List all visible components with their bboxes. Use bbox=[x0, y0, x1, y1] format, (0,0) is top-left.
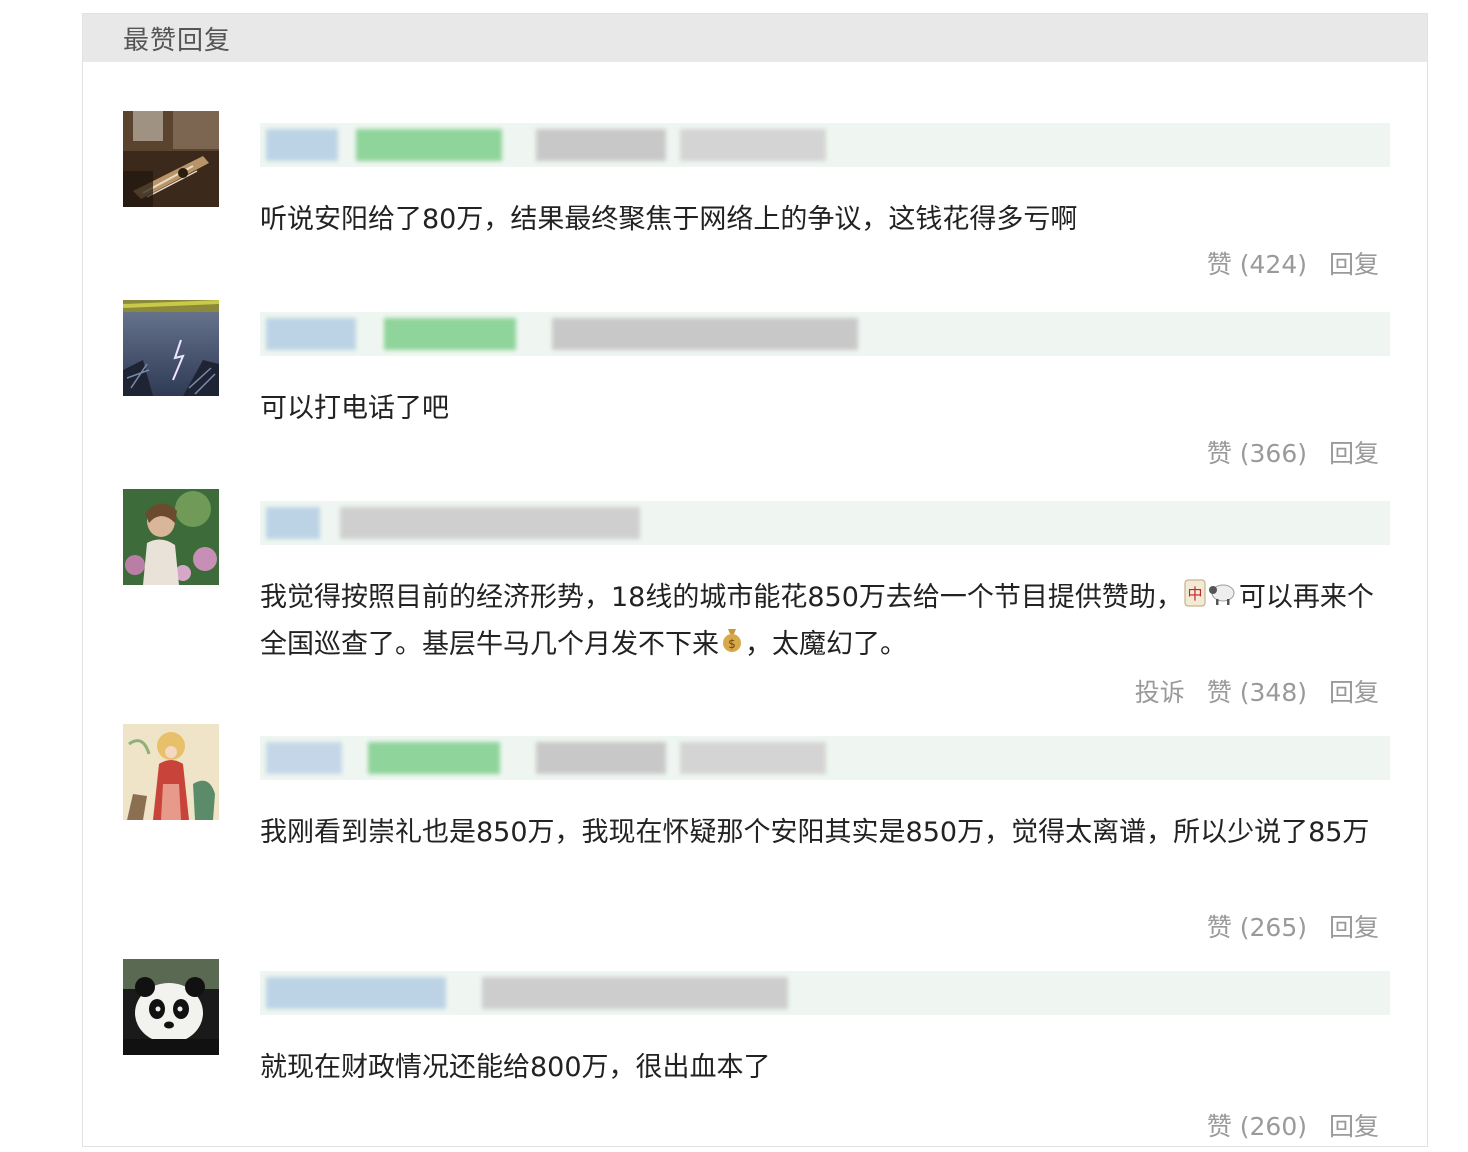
comment-actions: 赞 (366) 回复 bbox=[1207, 434, 1379, 470]
top-replies-panel: 最赞回复 听说安阳给了80万，结果最终聚焦于网络上的争议，这钱花得多亏啊 赞 (… bbox=[82, 13, 1428, 1147]
report-button[interactable]: 投诉 bbox=[1135, 673, 1185, 709]
guitar-photo-avatar[interactable] bbox=[123, 111, 219, 207]
username-bar-blurred[interactable] bbox=[260, 501, 1390, 545]
money-bag-icon: $ bbox=[720, 622, 744, 668]
comment-item: 可以打电话了吧 赞 (366) 回复 bbox=[83, 300, 1429, 480]
comment-text: 听说安阳给了80万，结果最终聚焦于网络上的争议，这钱花得多亏啊 bbox=[260, 204, 1078, 235]
comment-text: 我刚看到崇礼也是850万，我现在怀疑那个安阳其实是850万，觉得太离谱，所以少说… bbox=[260, 817, 1370, 848]
svg-text:中: 中 bbox=[1187, 585, 1202, 603]
like-button[interactable]: 赞 (366) bbox=[1207, 434, 1307, 470]
comment-item: 听说安阳给了80万，结果最终聚焦于网络上的争议，这钱花得多亏啊 赞 (424) … bbox=[83, 111, 1429, 291]
username-bar-blurred[interactable] bbox=[260, 123, 1390, 167]
like-button[interactable]: 赞 (424) bbox=[1207, 245, 1307, 281]
comment-actions: 赞 (260) 回复 bbox=[1207, 1107, 1379, 1143]
reply-button[interactable]: 回复 bbox=[1329, 908, 1379, 944]
comment-text-part: ，太魔幻了。 bbox=[745, 628, 907, 660]
traditional-painting-avatar[interactable] bbox=[123, 724, 219, 820]
like-button[interactable]: 赞 (348) bbox=[1207, 673, 1307, 709]
comment-item: 我刚看到崇礼也是850万，我现在怀疑那个安阳其实是850万，觉得太离谱，所以少说… bbox=[83, 724, 1429, 954]
sheep-icon bbox=[1208, 576, 1238, 622]
comment-item: 我觉得按照目前的经济形势，18线的城市能花850万去给一个节目提供赞助，中可以再… bbox=[83, 489, 1429, 719]
username-bar-blurred[interactable] bbox=[260, 312, 1390, 356]
svg-text:$: $ bbox=[728, 637, 736, 651]
comment-text-part: 我觉得按照目前的经济形势，18线的城市能花850万去给一个节目提供赞助， bbox=[260, 582, 1183, 613]
comment-item: 就现在财政情况还能给800万，很出血本了 赞 (260) 回复 bbox=[83, 959, 1429, 1141]
comment-text: 我觉得按照目前的经济形势，18线的城市能花850万去给一个节目提供赞助，中可以再… bbox=[260, 575, 1390, 668]
panel-title: 最赞回复 bbox=[123, 24, 232, 55]
comment-actions: 赞 (265) 回复 bbox=[1207, 908, 1379, 944]
like-button[interactable]: 赞 (260) bbox=[1207, 1107, 1307, 1143]
username-bar-blurred[interactable] bbox=[260, 971, 1390, 1015]
comment-text: 可以打电话了吧 bbox=[260, 393, 449, 424]
woman-flowers-avatar[interactable] bbox=[123, 489, 219, 585]
comment-actions: 赞 (424) 回复 bbox=[1207, 245, 1379, 281]
username-bar-blurred[interactable] bbox=[260, 736, 1390, 780]
reply-button[interactable]: 回复 bbox=[1329, 673, 1379, 709]
comment-text: 就现在财政情况还能给800万，很出血本了 bbox=[260, 1052, 771, 1083]
panel-header: 最赞回复 bbox=[83, 14, 1427, 62]
reply-button[interactable]: 回复 bbox=[1329, 434, 1379, 470]
lightning-sky-avatar[interactable] bbox=[123, 300, 219, 396]
reply-button[interactable]: 回复 bbox=[1329, 245, 1379, 281]
comment-actions: 投诉 赞 (348) 回复 bbox=[1135, 673, 1379, 709]
panda-avatar[interactable] bbox=[123, 959, 219, 1055]
like-button[interactable]: 赞 (265) bbox=[1207, 908, 1307, 944]
reply-button[interactable]: 回复 bbox=[1329, 1107, 1379, 1143]
mahjong-red-dragon-icon: 中 bbox=[1184, 576, 1206, 622]
